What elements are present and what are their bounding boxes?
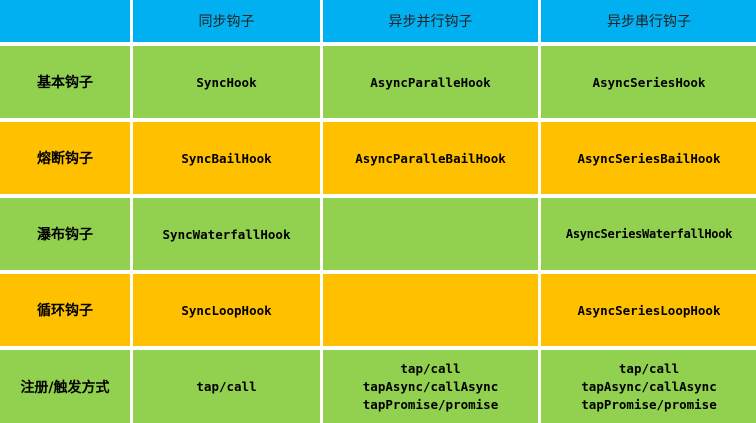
async-parallel-register-line-2: tapAsync/callAsync — [362, 378, 499, 394]
header-async-parallel-hooks: 异步并行钩子 — [323, 0, 538, 42]
cell-async-series-bail-hook: AsyncSeriesBailHook — [541, 122, 756, 194]
async-series-register-line-2: tapAsync/callAsync — [581, 378, 717, 394]
row-label-register-trigger: 注册/触发方式 — [0, 350, 130, 423]
async-series-register-line-3: tapPromise/promise — [581, 396, 717, 412]
cell-async-parallel-bail-hook: AsyncParalleBailHook — [323, 122, 538, 194]
cell-async-parallel-register: tap/call tapAsync/callAsync tapPromise/p… — [323, 350, 538, 423]
async-parallel-register-line-3: tapPromise/promise — [362, 396, 499, 412]
cell-sync-register: tap/call — [133, 350, 320, 423]
cell-async-parallel-waterfall-empty — [323, 198, 538, 270]
async-parallel-register-line-1: tap/call — [400, 360, 461, 376]
cell-async-series-waterfall-hook: AsyncSeriesWaterfallHook — [541, 198, 756, 270]
cell-sync-waterfall-hook: SyncWaterfallHook — [133, 198, 320, 270]
cell-async-series-hook: AsyncSeriesHook — [541, 46, 756, 118]
header-sync-hooks: 同步钩子 — [133, 0, 320, 42]
row-label-bail: 熔断钩子 — [0, 122, 130, 194]
row-label-loop: 循环钩子 — [0, 274, 130, 346]
cell-async-parallel-loop-empty — [323, 274, 538, 346]
header-corner-cell — [0, 0, 130, 42]
cell-async-parallel-hook: AsyncParalleHook — [323, 46, 538, 118]
cell-sync-loop-hook: SyncLoopHook — [133, 274, 320, 346]
cell-sync-bail-hook: SyncBailHook — [133, 122, 320, 194]
cell-async-series-register: tap/call tapAsync/callAsync tapPromise/p… — [541, 350, 756, 423]
row-label-basic: 基本钩子 — [0, 46, 130, 118]
cell-sync-hook: SyncHook — [133, 46, 320, 118]
header-async-series-hooks: 异步串行钩子 — [541, 0, 756, 42]
row-label-waterfall: 瀑布钩子 — [0, 198, 130, 270]
async-series-register-line-1: tap/call — [618, 360, 680, 376]
cell-async-series-loop-hook: AsyncSeriesLoopHook — [541, 274, 756, 346]
hooks-table: 同步钩子 异步并行钩子 异步串行钩子 基本钩子 SyncHook AsyncPa… — [0, 0, 756, 423]
